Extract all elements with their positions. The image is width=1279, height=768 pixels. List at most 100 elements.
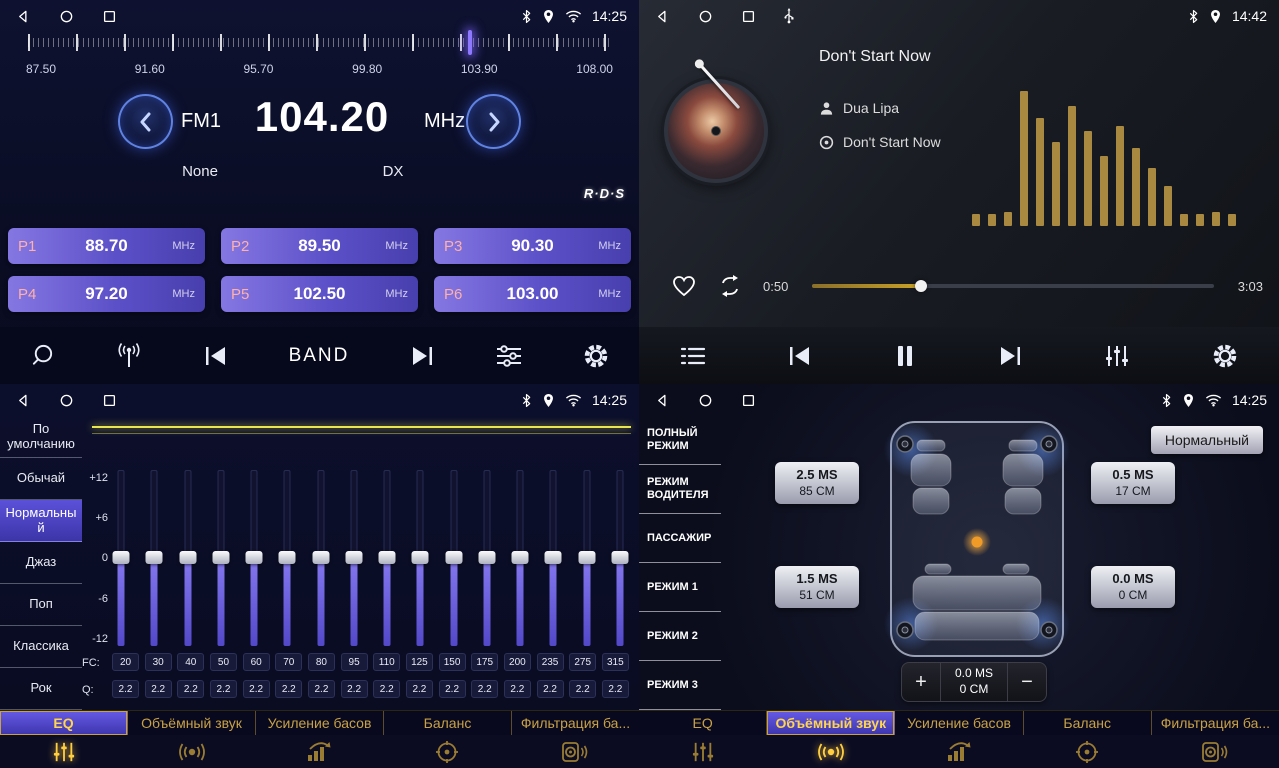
home-circle-icon[interactable] bbox=[698, 9, 713, 24]
fc-value-box[interactable]: 235 bbox=[537, 653, 564, 671]
tab-bass-boost[interactable]: Усиление басов bbox=[256, 711, 384, 735]
next-station-icon[interactable] bbox=[409, 345, 435, 367]
repeat-icon[interactable] bbox=[717, 275, 743, 297]
eq-preset-item[interactable]: По умолчанию bbox=[0, 416, 82, 458]
slider-handle[interactable] bbox=[345, 551, 362, 564]
mode-item-passenger[interactable]: ПАССАЖИР bbox=[639, 514, 721, 563]
tab-eq[interactable]: EQ bbox=[0, 711, 128, 735]
delay-front-left-button[interactable]: 2.5 MS 85 CM bbox=[775, 462, 859, 504]
slider-handle[interactable] bbox=[379, 551, 396, 564]
recents-square-icon[interactable] bbox=[741, 393, 756, 408]
eq-preset-item[interactable]: Джаз bbox=[0, 542, 82, 584]
preset-button-6[interactable]: P6 103.00 MHz bbox=[434, 276, 631, 312]
q-value-box[interactable]: 2.2 bbox=[112, 680, 139, 698]
eq-band-slider[interactable] bbox=[411, 470, 429, 646]
delay-rear-right-button[interactable]: 0.0 MS 0 CM bbox=[1091, 566, 1175, 608]
eq-band-slider[interactable] bbox=[511, 470, 529, 646]
broadcast-antenna-icon[interactable] bbox=[115, 343, 143, 369]
slider-handle[interactable] bbox=[179, 551, 196, 564]
tab-balance[interactable]: Баланс bbox=[1024, 711, 1152, 735]
slider-handle[interactable] bbox=[146, 551, 163, 564]
slider-handle[interactable] bbox=[611, 551, 628, 564]
fc-value-box[interactable]: 110 bbox=[373, 653, 400, 671]
home-circle-icon[interactable] bbox=[59, 393, 74, 408]
mode-item-2[interactable]: РЕЖИМ 2 bbox=[639, 612, 721, 661]
q-value-box[interactable]: 2.2 bbox=[308, 680, 335, 698]
fc-value-box[interactable]: 315 bbox=[602, 653, 629, 671]
tab-filter[interactable]: Фильтрация ба... bbox=[512, 711, 639, 735]
mode-item-driver[interactable]: РЕЖИМ ВОДИТЕЛЯ bbox=[639, 465, 721, 514]
preset-button-2[interactable]: P2 89.50 MHz bbox=[221, 228, 418, 264]
recents-square-icon[interactable] bbox=[741, 9, 756, 24]
q-value-box[interactable]: 2.2 bbox=[145, 680, 172, 698]
decrease-delay-button[interactable]: − bbox=[1008, 663, 1046, 701]
eq-band-slider[interactable] bbox=[544, 470, 562, 646]
pause-icon[interactable] bbox=[895, 344, 915, 368]
sound-sliders-icon[interactable] bbox=[495, 344, 523, 368]
eq-band-slider[interactable] bbox=[378, 470, 396, 646]
bass-boost-tab-icon[interactable] bbox=[256, 735, 384, 768]
q-value-box[interactable]: 2.2 bbox=[602, 680, 629, 698]
eq-band-slider[interactable] bbox=[145, 470, 163, 646]
eq-band-slider[interactable] bbox=[212, 470, 230, 646]
fc-value-box[interactable]: 40 bbox=[177, 653, 204, 671]
q-value-box[interactable]: 2.2 bbox=[406, 680, 433, 698]
slider-handle[interactable] bbox=[279, 551, 296, 564]
q-value-box[interactable]: 2.2 bbox=[177, 680, 204, 698]
fc-value-box[interactable]: 125 bbox=[406, 653, 433, 671]
eq-band-slider[interactable] bbox=[179, 470, 197, 646]
fc-value-box[interactable]: 50 bbox=[210, 653, 237, 671]
balance-tab-icon[interactable] bbox=[1023, 735, 1151, 768]
q-value-box[interactable]: 2.2 bbox=[504, 680, 531, 698]
tune-down-button[interactable] bbox=[118, 94, 173, 149]
recents-square-icon[interactable] bbox=[102, 9, 117, 24]
eq-preset-item[interactable]: Классика bbox=[0, 626, 82, 668]
delay-front-right-button[interactable]: 0.5 MS 17 CM bbox=[1091, 462, 1175, 504]
q-value-box[interactable]: 2.2 bbox=[439, 680, 466, 698]
tab-bass-boost[interactable]: Усиление басов bbox=[895, 711, 1023, 735]
eq-band-slider[interactable] bbox=[478, 470, 496, 646]
eq-band-slider[interactable] bbox=[312, 470, 330, 646]
eq-tab-icon[interactable] bbox=[0, 735, 128, 768]
previous-station-icon[interactable] bbox=[203, 345, 229, 367]
eq-preset-item[interactable]: Обычай bbox=[0, 458, 82, 500]
q-value-box[interactable]: 2.2 bbox=[569, 680, 596, 698]
tab-filter[interactable]: Фильтрация ба... bbox=[1152, 711, 1279, 735]
slider-handle[interactable] bbox=[412, 551, 429, 564]
bass-boost-tab-icon[interactable] bbox=[895, 735, 1023, 768]
mode-item-full[interactable]: ПОЛНЫЙ РЕЖИМ bbox=[639, 416, 721, 465]
slider-handle[interactable] bbox=[478, 551, 495, 564]
fc-value-box[interactable]: 95 bbox=[341, 653, 368, 671]
slider-handle[interactable] bbox=[445, 551, 462, 564]
q-value-box[interactable]: 2.2 bbox=[210, 680, 237, 698]
slider-handle[interactable] bbox=[578, 551, 595, 564]
progress-bar[interactable] bbox=[812, 284, 1213, 288]
mode-item-3[interactable]: РЕЖИМ 3 bbox=[639, 661, 721, 710]
filter-tab-icon[interactable] bbox=[511, 735, 639, 768]
eq-band-slider[interactable] bbox=[112, 470, 130, 646]
fc-value-box[interactable]: 275 bbox=[569, 653, 596, 671]
recents-square-icon[interactable] bbox=[102, 393, 117, 408]
dial-indicator[interactable] bbox=[468, 30, 472, 55]
settings-gear-icon[interactable] bbox=[1212, 343, 1238, 369]
fc-value-box[interactable]: 200 bbox=[504, 653, 531, 671]
fc-value-box[interactable]: 60 bbox=[243, 653, 270, 671]
progress-knob[interactable] bbox=[915, 280, 927, 292]
surround-tab-icon[interactable] bbox=[128, 735, 256, 768]
slider-handle[interactable] bbox=[512, 551, 529, 564]
sound-profile-button[interactable]: Нормальный bbox=[1151, 426, 1263, 454]
tab-eq[interactable]: EQ bbox=[639, 711, 767, 735]
fc-value-box[interactable]: 150 bbox=[439, 653, 466, 671]
eq-tab-icon[interactable] bbox=[639, 735, 767, 768]
slider-handle[interactable] bbox=[312, 551, 329, 564]
eq-band-slider[interactable] bbox=[245, 470, 263, 646]
fc-value-box[interactable]: 175 bbox=[471, 653, 498, 671]
q-value-box[interactable]: 2.2 bbox=[471, 680, 498, 698]
tune-up-button[interactable] bbox=[466, 94, 521, 149]
home-circle-icon[interactable] bbox=[59, 9, 74, 24]
eq-preset-item[interactable]: Нормальный bbox=[0, 500, 82, 542]
slider-handle[interactable] bbox=[246, 551, 263, 564]
q-value-box[interactable]: 2.2 bbox=[275, 680, 302, 698]
back-icon[interactable] bbox=[16, 393, 31, 408]
preset-button-5[interactable]: P5 102.50 MHz bbox=[221, 276, 418, 312]
